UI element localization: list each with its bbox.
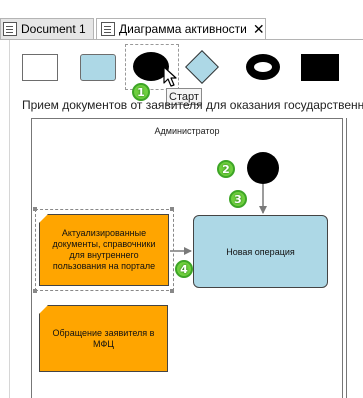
lane-title: Администратор [154,126,220,136]
lane-divider [346,118,347,398]
divider [9,40,10,398]
tab-activity-diagram[interactable]: Диаграмма активности ✕ [96,18,266,39]
rectangle-icon[interactable] [22,54,58,81]
step-badge-4: 4 [175,260,193,278]
resize-handle[interactable] [33,289,37,293]
document-node[interactable]: Актуализированные документы, справочники… [39,214,169,286]
document-node[interactable]: Обращение заявителя в МФЦ [39,305,168,372]
tab-document-1[interactable]: Document 1 [0,18,94,39]
resize-handle[interactable] [33,207,37,211]
operation-node[interactable]: Новая операция [193,215,328,288]
resize-handle[interactable] [170,289,174,293]
tab-bar: Document 1 Диаграмма активности ✕ [0,0,363,40]
pool-title: Прием документов от заявителя для оказан… [22,98,363,112]
divider [0,39,363,40]
black-rect-icon[interactable] [301,54,339,81]
document-icon [101,22,115,36]
document-icon [3,22,17,36]
tab-label: Document 1 [21,22,86,36]
ring-icon[interactable] [246,54,280,80]
start-node[interactable] [247,152,279,184]
close-icon[interactable]: ✕ [253,22,265,36]
step-badge-2: 2 [217,160,235,178]
rounded-rect-icon[interactable] [80,54,116,81]
tab-label: Диаграмма активности [119,22,247,36]
diamond-icon[interactable] [185,50,219,84]
resize-handle[interactable] [170,207,174,211]
mouse-cursor-icon [163,66,177,87]
step-badge-3: 3 [229,190,247,208]
